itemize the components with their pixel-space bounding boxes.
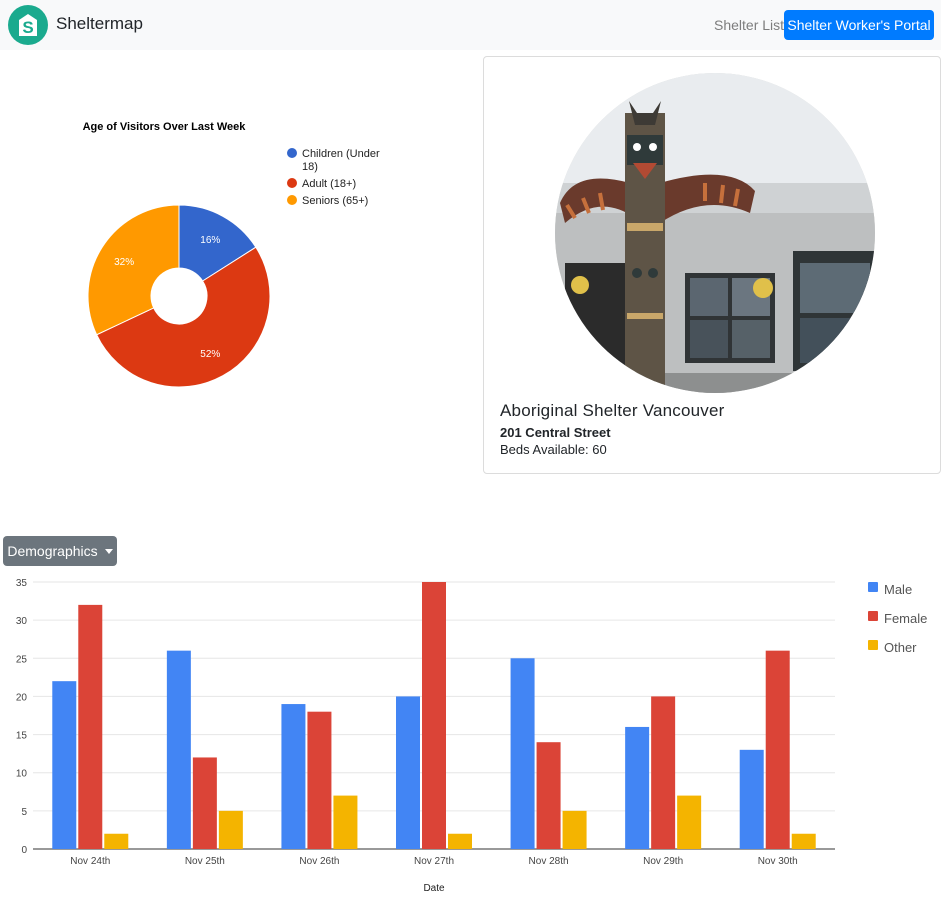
bar-male[interactable] bbox=[396, 696, 420, 849]
pie-legend-label: 18) bbox=[302, 161, 318, 173]
legend-swatch bbox=[868, 582, 878, 592]
y-tick-label: 0 bbox=[21, 845, 27, 856]
bar-male[interactable] bbox=[281, 704, 306, 849]
beds-value: 60 bbox=[592, 442, 607, 457]
pie-slice-label: 52% bbox=[200, 349, 220, 360]
x-tick-label: Nov 29th bbox=[643, 856, 683, 867]
shelter-list-link[interactable]: Shelter List bbox=[714, 17, 784, 33]
bar-other[interactable] bbox=[562, 810, 587, 849]
y-tick-label: 5 bbox=[21, 807, 27, 818]
caret-down-icon bbox=[104, 548, 113, 554]
y-tick-label: 25 bbox=[16, 654, 28, 665]
bar-legend-label: Female bbox=[884, 611, 927, 626]
pie-slice-label: 32% bbox=[114, 257, 134, 268]
shelter-workers-portal-button[interactable]: Shelter Worker's Portal bbox=[784, 10, 934, 40]
y-tick-label: 10 bbox=[16, 769, 28, 780]
pie-legend-label: Children (Under bbox=[302, 148, 380, 160]
bar-other[interactable] bbox=[677, 795, 702, 849]
navbar: S Sheltermap Shelter List Shelter Worker… bbox=[0, 0, 941, 50]
brand-name[interactable]: Sheltermap bbox=[56, 14, 143, 34]
x-axis-title: Date bbox=[423, 883, 445, 894]
x-tick-label: Nov 26th bbox=[299, 856, 339, 867]
legend-swatch bbox=[287, 178, 297, 188]
bar-other[interactable] bbox=[218, 810, 243, 849]
bar-legend-label: Male bbox=[884, 582, 912, 597]
y-tick-label: 30 bbox=[16, 616, 28, 627]
x-tick-label: Nov 24th bbox=[70, 856, 110, 867]
legend-swatch bbox=[868, 640, 878, 650]
bar-female[interactable] bbox=[536, 742, 561, 849]
y-tick-label: 15 bbox=[16, 731, 28, 742]
bar-male[interactable] bbox=[739, 749, 764, 849]
bar-male[interactable] bbox=[510, 658, 535, 849]
bar-other[interactable] bbox=[104, 833, 129, 849]
bar-legend-label: Other bbox=[884, 640, 917, 655]
legend-swatch bbox=[287, 195, 297, 205]
logo-house-icon: S bbox=[19, 14, 37, 37]
legend-swatch bbox=[287, 148, 297, 158]
beds-label: Beds Available: bbox=[500, 442, 589, 457]
shelter-name: Aboriginal Shelter Vancouver bbox=[500, 401, 725, 420]
brand-logo-icon[interactable]: S bbox=[8, 5, 48, 45]
bar-other[interactable] bbox=[448, 833, 472, 849]
pie-slice[interactable] bbox=[87, 204, 180, 336]
pie-legend-label: Adult (18+) bbox=[302, 178, 356, 190]
beds-available: Beds Available: 60 bbox=[500, 442, 607, 457]
x-tick-label: Nov 30th bbox=[758, 856, 798, 867]
x-tick-label: Nov 25th bbox=[185, 856, 225, 867]
bar-female[interactable] bbox=[307, 711, 332, 849]
bar-female[interactable] bbox=[422, 582, 446, 849]
bar-male[interactable] bbox=[166, 650, 191, 849]
bar-female[interactable] bbox=[192, 757, 217, 849]
bar-female[interactable] bbox=[651, 696, 676, 849]
shelter-card[interactable]: Aboriginal Shelter Vancouver 201 Central… bbox=[483, 56, 941, 474]
bar-female[interactable] bbox=[78, 604, 103, 849]
demographics-dropdown-button[interactable]: Demographics bbox=[3, 536, 117, 566]
pie-legend-label: Seniors (65+) bbox=[302, 195, 368, 207]
bar-male[interactable] bbox=[52, 681, 77, 849]
legend-swatch bbox=[868, 611, 878, 621]
bar-other[interactable] bbox=[791, 833, 816, 849]
y-tick-label: 35 bbox=[16, 578, 28, 589]
bar-male[interactable] bbox=[625, 726, 650, 849]
pie-title: Age of Visitors Over Last Week bbox=[83, 121, 247, 133]
y-tick-label: 20 bbox=[16, 692, 28, 703]
bar-female[interactable] bbox=[765, 650, 790, 849]
x-tick-label: Nov 27th bbox=[414, 856, 454, 867]
demographics-bar-chart: 0 5 10 15 20 25 30 35 Nov 24th Nov 25th Nov 26th No… bbox=[16, 578, 927, 894]
x-tick-label: Nov 28th bbox=[529, 856, 569, 867]
pie-slice-label: 16% bbox=[200, 235, 220, 246]
totem-pole-image bbox=[555, 73, 875, 393]
shelter-address: 201 Central Street bbox=[500, 425, 611, 440]
demographics-dropdown-label: Demographics bbox=[7, 543, 98, 559]
logo-letter: S bbox=[22, 18, 33, 37]
age-pie-chart: Age of Visitors Over Last Week 16% 52% 32% C… bbox=[83, 121, 380, 388]
bar-other[interactable] bbox=[333, 795, 358, 849]
shelter-photo bbox=[555, 73, 875, 393]
